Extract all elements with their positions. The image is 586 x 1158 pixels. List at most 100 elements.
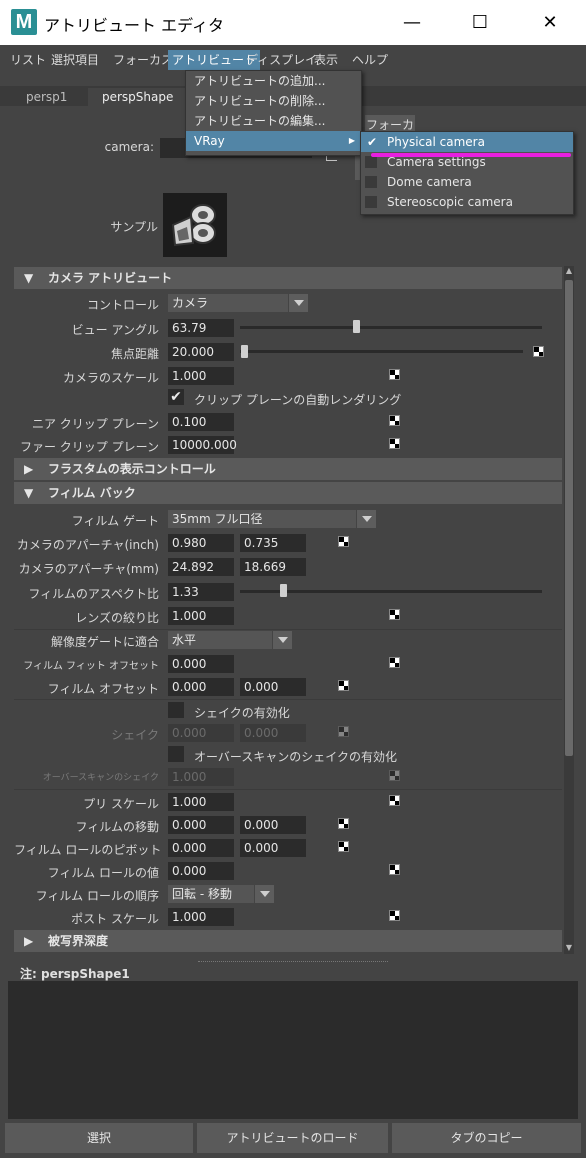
- map-texture-icon[interactable]: [389, 795, 400, 806]
- film-roll-pivot-x-field[interactable]: 0.000: [168, 839, 234, 857]
- load-attributes-button[interactable]: アトリビュートのロード: [197, 1123, 388, 1153]
- film-offset-x-field[interactable]: 0.000: [168, 678, 234, 696]
- film-offset-y-field[interactable]: 0.000: [240, 678, 306, 696]
- shake-x-field[interactable]: 0.000: [168, 724, 234, 742]
- pane-splitter-handle[interactable]: [198, 961, 388, 964]
- map-texture-icon[interactable]: [338, 841, 349, 852]
- divider: [14, 789, 562, 790]
- menu-item-label: Dome camera: [387, 175, 472, 189]
- fit-resolution-gate-dropdown[interactable]: 水平: [168, 631, 272, 649]
- minimize-button[interactable]: —: [378, 0, 446, 45]
- shake-y-field[interactable]: 0.000: [240, 724, 306, 742]
- aperture-mm-label: カメラのアパーチャ(mm): [18, 562, 159, 576]
- near-clip-field[interactable]: 0.100: [168, 413, 234, 431]
- collapsed-arrow-icon: ▶: [24, 934, 34, 948]
- map-texture-icon[interactable]: [338, 818, 349, 829]
- section-film-back[interactable]: ▼ フィルム バック: [14, 482, 562, 504]
- menu-help[interactable]: ヘルプ: [348, 50, 392, 70]
- map-texture-icon[interactable]: [533, 346, 544, 357]
- shake-enabled-checkbox[interactable]: [168, 702, 184, 718]
- tab-persp1[interactable]: persp1: [12, 88, 82, 106]
- aperture-mm-x-field[interactable]: 24.892: [168, 558, 234, 576]
- tab-perspshape[interactable]: perspShape: [88, 88, 188, 106]
- menu-delete-attribute[interactable]: アトリビュートの削除...: [186, 91, 361, 111]
- menu-physical-camera[interactable]: ✔ Physical camera: [361, 132, 573, 152]
- film-fit-offset-field[interactable]: 0.000: [168, 655, 234, 673]
- map-texture-icon[interactable]: [338, 680, 349, 691]
- chevron-down-icon[interactable]: [254, 885, 274, 903]
- close-button[interactable]: ✕: [516, 0, 584, 45]
- menu-focus[interactable]: フォーカス: [109, 50, 177, 70]
- pre-scale-field[interactable]: 1.000: [168, 793, 234, 811]
- film-roll-pivot-y-field[interactable]: 0.000: [240, 839, 306, 857]
- post-scale-label: ポスト スケール: [71, 912, 159, 926]
- chevron-down-icon[interactable]: [272, 631, 292, 649]
- film-translate-x-field[interactable]: 0.000: [168, 816, 234, 834]
- slider-handle[interactable]: [280, 584, 287, 597]
- chevron-down-icon[interactable]: [288, 294, 308, 312]
- map-texture-icon[interactable]: [389, 657, 400, 668]
- map-texture-icon[interactable]: [389, 369, 400, 380]
- shake-overscan-label: オーバースキャンのシェイク: [42, 773, 159, 783]
- far-clip-label: ファー クリップ プレーン: [19, 440, 159, 454]
- notes-textarea[interactable]: [8, 981, 578, 1119]
- copy-tab-button[interactable]: タブのコピー: [392, 1123, 581, 1153]
- menu-add-attribute[interactable]: アトリビュートの追加...: [186, 71, 361, 91]
- aperture-inch-y-field[interactable]: 0.735: [240, 534, 306, 552]
- camera-scale-field[interactable]: 1.000: [168, 367, 234, 385]
- lens-squeeze-field[interactable]: 1.000: [168, 607, 234, 625]
- scrollbar-thumb[interactable]: [565, 280, 573, 756]
- select-button[interactable]: 選択: [5, 1123, 193, 1153]
- map-texture-icon[interactable]: [389, 910, 400, 921]
- maximize-button[interactable]: ☐: [446, 0, 514, 45]
- section-frustum-display[interactable]: ▶ フラスタムの表示コントロール: [14, 458, 562, 480]
- shake-overscan-field[interactable]: 1.000: [168, 768, 234, 786]
- submenu-arrow-icon: ▶: [348, 136, 355, 145]
- map-texture-icon[interactable]: [389, 438, 400, 449]
- menu-edit-attribute[interactable]: アトリビュートの編集...: [186, 111, 361, 131]
- film-roll-value-field[interactable]: 0.000: [168, 862, 234, 880]
- map-texture-icon[interactable]: [389, 609, 400, 620]
- film-roll-order-dropdown[interactable]: 回転 - 移動: [168, 885, 254, 903]
- near-clip-label: ニア クリップ プレーン: [31, 417, 159, 431]
- collapsed-arrow-icon: ▶: [24, 462, 34, 476]
- menu-list[interactable]: リスト: [6, 50, 50, 70]
- camera-swatch-icon: [171, 204, 216, 247]
- focal-length-field[interactable]: 20.000: [168, 343, 234, 361]
- angle-of-view-slider[interactable]: [240, 326, 542, 329]
- aperture-inch-x-field[interactable]: 0.980: [168, 534, 234, 552]
- film-roll-order-label: フィルム ロールの順序: [35, 889, 159, 903]
- far-clip-field[interactable]: 10000.000: [168, 436, 237, 454]
- shake-overscan-enabled-label: オーバースキャンのシェイクの有効化: [194, 750, 398, 764]
- section-camera-attributes[interactable]: ▼ カメラ アトリビュート: [14, 267, 562, 289]
- slider-handle[interactable]: [353, 320, 360, 333]
- auto-render-clip-checkbox[interactable]: ✔: [168, 389, 184, 405]
- map-texture-icon[interactable]: [389, 864, 400, 875]
- post-scale-field[interactable]: 1.000: [168, 908, 234, 926]
- shake-overscan-enabled-checkbox[interactable]: [168, 746, 184, 762]
- map-texture-icon[interactable]: [338, 536, 349, 547]
- attribute-menu: アトリビュートの追加... アトリビュートの削除... アトリビュートの編集..…: [185, 70, 362, 156]
- map-texture-icon: [389, 770, 400, 781]
- film-translate-y-field[interactable]: 0.000: [240, 816, 306, 834]
- menu-show[interactable]: 表示: [310, 50, 342, 70]
- menu-vray[interactable]: VRay ▶: [186, 131, 361, 151]
- section-depth-of-field[interactable]: ▶ 被写界深度: [14, 930, 562, 952]
- control-dropdown[interactable]: カメラ: [168, 294, 288, 312]
- menu-selected[interactable]: 選択項目: [47, 50, 103, 70]
- scroll-up-arrow-icon[interactable]: ▲: [564, 266, 574, 276]
- film-gate-dropdown[interactable]: 35mm フル口径: [168, 510, 356, 528]
- sample-swatch: [163, 193, 227, 257]
- scroll-down-arrow-icon[interactable]: ▼: [564, 943, 574, 953]
- angle-of-view-field[interactable]: 63.79: [168, 319, 234, 337]
- menu-stereoscopic-camera[interactable]: Stereoscopic camera: [361, 192, 573, 212]
- slider-handle[interactable]: [241, 345, 248, 358]
- film-gate-label: フィルム ゲート: [71, 514, 159, 528]
- map-texture-icon[interactable]: [389, 415, 400, 426]
- menu-dome-camera[interactable]: Dome camera: [361, 172, 573, 192]
- chevron-down-icon[interactable]: [356, 510, 376, 528]
- expanded-arrow-icon: ▼: [24, 486, 34, 500]
- aspect-ratio-field[interactable]: 1.33: [168, 583, 234, 601]
- focal-length-slider[interactable]: [240, 350, 523, 353]
- aperture-mm-y-field[interactable]: 18.669: [240, 558, 306, 576]
